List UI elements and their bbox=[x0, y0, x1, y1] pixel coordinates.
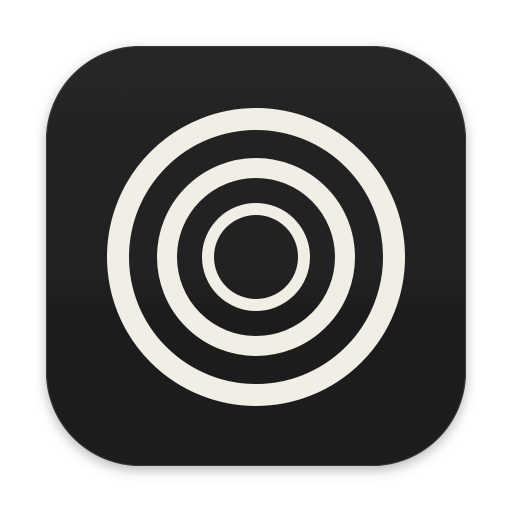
app-icon bbox=[46, 46, 466, 466]
app-icon-canvas bbox=[0, 0, 512, 512]
